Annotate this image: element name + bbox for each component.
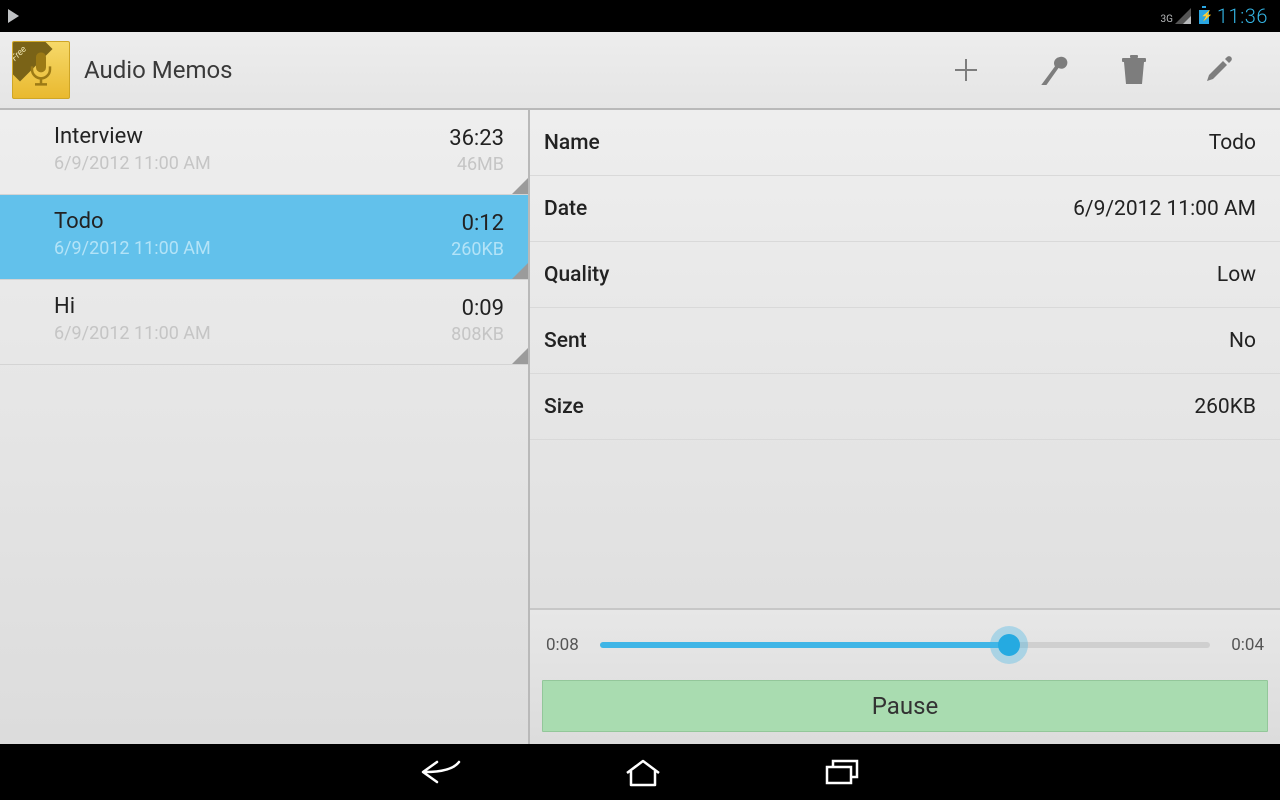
detail-label: Size (544, 395, 584, 419)
resize-corner-icon[interactable] (512, 348, 528, 364)
android-nav-bar (0, 744, 1280, 800)
playing-indicator-icon (8, 9, 19, 23)
memo-size: 808KB (451, 324, 504, 345)
edit-button[interactable] (1176, 31, 1260, 109)
detail-label: Name (544, 131, 600, 155)
delete-button[interactable] (1092, 31, 1176, 109)
action-bar: Free Audio Memos (0, 32, 1280, 110)
memo-title: Todo (54, 209, 510, 234)
memo-row[interactable]: Todo 6/9/2012 11:00 AM 0:12 260KB (0, 195, 528, 280)
remaining-time: 0:04 (1224, 635, 1264, 655)
memo-row[interactable]: Interview 6/9/2012 11:00 AM 36:23 46MB (0, 110, 528, 195)
memo-duration: 0:12 (462, 211, 504, 236)
pencil-icon (1203, 55, 1233, 85)
detail-pane: Name Todo Date 6/9/2012 11:00 AM Quality… (530, 110, 1280, 744)
memo-datetime: 6/9/2012 11:00 AM (54, 153, 510, 174)
add-button[interactable] (924, 31, 1008, 109)
memo-list: Interview 6/9/2012 11:00 AM 36:23 46MB T… (0, 110, 530, 744)
back-button[interactable] (419, 756, 463, 788)
network-type-label: 3G (1160, 15, 1172, 24)
memo-duration: 0:09 (462, 296, 504, 321)
detail-label: Date (544, 197, 587, 221)
app-icon[interactable]: Free (12, 41, 70, 99)
android-status-bar: 3G ⚡ 11:36 (0, 0, 1280, 32)
memo-duration: 36:23 (449, 126, 504, 151)
memo-size: 46MB (457, 154, 504, 175)
app-title: Audio Memos (84, 56, 233, 84)
recents-button[interactable] (823, 757, 861, 787)
status-clock: 11:36 (1217, 4, 1268, 28)
detail-value: No (1229, 329, 1256, 353)
signal-icon (1175, 8, 1191, 24)
detail-value: 6/9/2012 11:00 AM (1073, 197, 1256, 221)
memo-datetime: 6/9/2012 11:00 AM (54, 323, 510, 344)
slider-thumb[interactable] (998, 634, 1020, 656)
detail-row-date[interactable]: Date 6/9/2012 11:00 AM (530, 176, 1280, 242)
memo-title: Interview (54, 124, 510, 149)
trash-icon (1120, 54, 1148, 86)
elapsed-time: 0:08 (546, 635, 586, 655)
detail-value: 260KB (1194, 395, 1256, 419)
memo-datetime: 6/9/2012 11:00 AM (54, 238, 510, 259)
detail-value: Low (1217, 263, 1256, 287)
plus-icon (951, 55, 981, 85)
resize-corner-icon[interactable] (512, 178, 528, 194)
battery-charging-icon: ⚡ (1199, 8, 1209, 24)
memo-title: Hi (54, 294, 510, 319)
home-icon (623, 757, 663, 787)
pause-button-label: Pause (872, 692, 938, 720)
detail-row-sent[interactable]: Sent No (530, 308, 1280, 374)
detail-label: Sent (544, 329, 587, 353)
recents-icon (823, 757, 861, 787)
memo-row[interactable]: Hi 6/9/2012 11:00 AM 0:09 808KB (0, 280, 528, 365)
wrench-icon (1031, 55, 1069, 85)
settings-button[interactable] (1008, 31, 1092, 109)
player-controls: 0:08 0:04 Pause (530, 608, 1280, 744)
detail-row-size[interactable]: Size 260KB (530, 374, 1280, 440)
detail-label: Quality (544, 263, 609, 287)
pause-button[interactable]: Pause (542, 680, 1268, 732)
resize-corner-icon[interactable] (512, 263, 528, 279)
progress-slider[interactable] (600, 642, 1210, 648)
detail-row-name[interactable]: Name Todo (530, 110, 1280, 176)
back-icon (419, 756, 463, 788)
detail-value: Todo (1209, 131, 1256, 155)
home-button[interactable] (623, 757, 663, 787)
memo-size: 260KB (451, 239, 504, 260)
microphone-icon (29, 52, 53, 86)
detail-row-quality[interactable]: Quality Low (530, 242, 1280, 308)
